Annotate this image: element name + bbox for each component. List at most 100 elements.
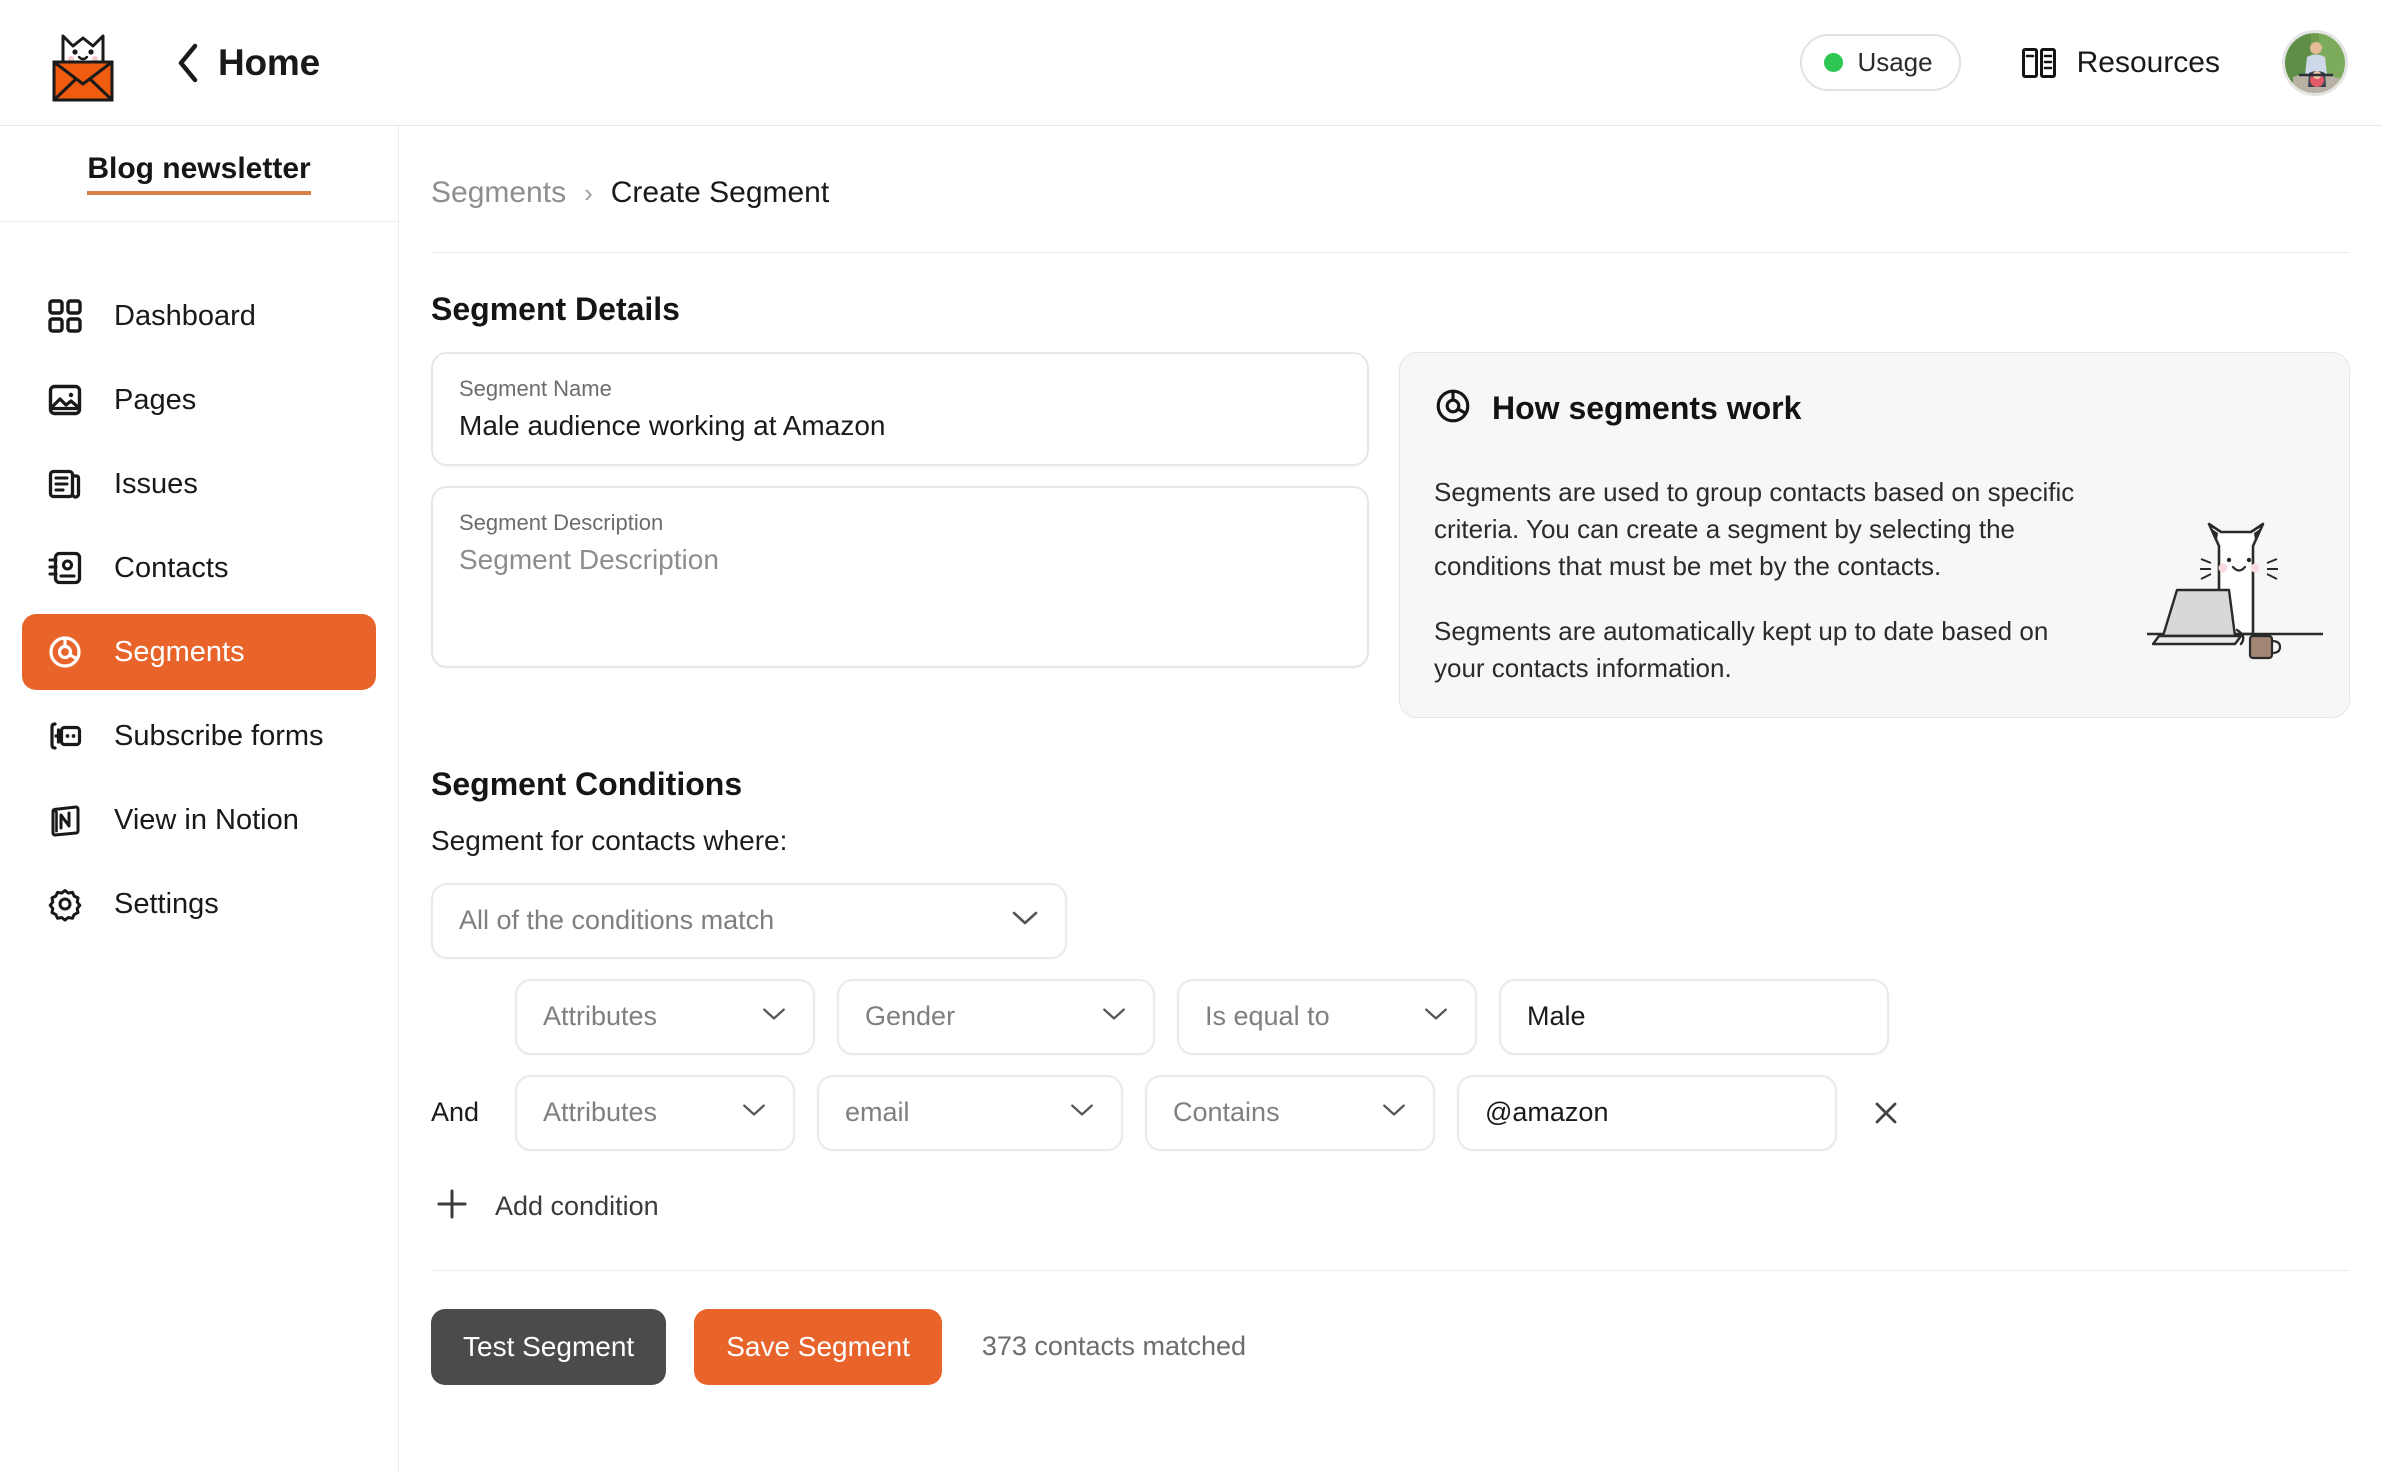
add-condition-button[interactable]: Add condition: [435, 1187, 2382, 1226]
form-icon: [44, 715, 86, 757]
condition-value-input[interactable]: Male: [1499, 978, 1889, 1055]
sidebar-item-segments[interactable]: Segments: [22, 614, 376, 690]
usage-label: Usage: [1857, 47, 1933, 77]
sidebar-item-dashboard[interactable]: Dashboard: [22, 278, 376, 354]
segment-conditions-title: Segment Conditions: [431, 765, 743, 802]
chevron-down-icon: [1011, 909, 1039, 932]
segment-details-fields: Segment Name Male audience working at Am…: [431, 352, 1369, 718]
sidebar-item-label: Pages: [114, 383, 197, 416]
condition-attribute-value: Attributes: [543, 1097, 658, 1128]
donut-chart-icon: [1434, 387, 1472, 430]
sidebar-item-pages[interactable]: Pages: [22, 362, 376, 438]
condition-operator-select[interactable]: Contains: [1145, 1074, 1435, 1151]
app-logo[interactable]: [28, 22, 138, 104]
usage-button[interactable]: Usage: [1800, 34, 1961, 91]
sidebar-item-label: Contacts: [114, 551, 229, 584]
workspace-brand[interactable]: Blog newsletter: [0, 126, 398, 222]
resources-button[interactable]: Resources: [2021, 46, 2220, 80]
back-button[interactable]: [170, 41, 206, 85]
header-divider: [431, 252, 2350, 253]
segment-conditions-section: Segment Conditions Segment for contacts …: [399, 766, 2382, 1226]
condition-property-value: email: [845, 1097, 910, 1128]
image-icon: [44, 379, 86, 421]
chevron-down-icon: [761, 1006, 787, 1027]
main-content: Segments › Create Segment Segment Detail…: [398, 126, 2382, 1472]
sidebar-nav: Dashboard Pages Issues Contacts Segments…: [0, 222, 398, 942]
avatar[interactable]: [2282, 29, 2348, 96]
condition-row: And Attributes email Contains @amazon: [431, 1074, 2382, 1151]
condition-attribute-value: Attributes: [543, 1001, 658, 1032]
info-card-title: How segments work: [1492, 390, 1802, 426]
header-actions: Usage Resources: [1800, 29, 2382, 96]
condition-value-input[interactable]: @amazon: [1457, 1074, 1837, 1151]
sidebar-item-subscribe-forms[interactable]: Subscribe forms: [22, 698, 376, 774]
condition-attribute-select[interactable]: Attributes: [515, 978, 815, 1055]
contacts-matched-status: 373 contacts matched: [981, 1331, 1247, 1362]
info-card-paragraph: Segments are automatically kept up to da…: [1434, 615, 2049, 683]
condition-operator-value: Is equal to: [1205, 1001, 1330, 1032]
breadcrumb-segments-link[interactable]: Segments: [431, 176, 566, 210]
sidebar-item-settings[interactable]: Settings: [22, 866, 376, 942]
segment-actions: Test Segment Save Segment 373 contacts m…: [431, 1308, 2382, 1385]
match-type-value: All of the conditions match: [459, 905, 775, 936]
cat-envelope-logo-icon: [52, 34, 114, 101]
newspaper-icon: [44, 463, 86, 505]
sidebar-item-issues[interactable]: Issues: [22, 446, 376, 522]
breadcrumb-current: Create Segment: [610, 176, 830, 209]
condition-property-value: Gender: [865, 1001, 956, 1032]
segment-description-input[interactable]: Segment Description: [459, 544, 1341, 576]
info-card-paragraph: Segments are used to group contacts base…: [1434, 477, 2075, 581]
condition-property-select[interactable]: email: [817, 1074, 1123, 1151]
sidebar-item-label: Issues: [114, 467, 198, 500]
actions-divider: [431, 1269, 2350, 1271]
how-segments-work-card: How segments work Segments are used to g…: [1399, 352, 2350, 718]
usage-status-dot: [1824, 53, 1844, 72]
sidebar: Blog newsletter Dashboard Pages Issues C…: [0, 126, 398, 1472]
sidebar-item-label: Subscribe forms: [114, 719, 324, 752]
resources-label: Resources: [2076, 45, 2220, 79]
condition-property-select[interactable]: Gender: [837, 978, 1155, 1055]
donut-chart-icon: [44, 631, 86, 673]
add-condition-label: Add condition: [495, 1190, 659, 1221]
match-type-select[interactable]: All of the conditions match: [431, 882, 1067, 959]
sidebar-item-label: View in Notion: [114, 803, 299, 836]
condition-attribute-select[interactable]: Attributes: [515, 1074, 795, 1151]
gear-icon: [44, 883, 86, 925]
chevron-down-icon: [1381, 1102, 1407, 1123]
breadcrumb: Segments › Create Segment: [399, 126, 2382, 210]
chevron-down-icon: [1069, 1102, 1095, 1123]
cat-at-laptop-illustration: [2133, 484, 2333, 669]
top-header-bar: Home Usage Resources: [0, 0, 2382, 126]
segment-details-title: Segment Details: [431, 291, 680, 327]
condition-value-text: Male: [1527, 1001, 1586, 1032]
chevron-left-icon: [178, 43, 198, 82]
sidebar-item-view-in-notion[interactable]: View in Notion: [22, 782, 376, 858]
condition-operator-select[interactable]: Is equal to: [1177, 978, 1477, 1055]
segment-name-input[interactable]: Male audience working at Amazon: [459, 410, 1341, 442]
test-segment-button[interactable]: Test Segment: [431, 1308, 667, 1385]
segment-description-field[interactable]: Segment Description Segment Description: [431, 486, 1369, 668]
segment-name-field[interactable]: Segment Name Male audience working at Am…: [431, 352, 1369, 466]
page-title: Home: [218, 41, 320, 83]
save-segment-button[interactable]: Save Segment: [694, 1308, 942, 1385]
book-icon: [2021, 47, 2056, 78]
remove-condition-button[interactable]: [1863, 1090, 1909, 1136]
sidebar-item-label: Dashboard: [114, 299, 256, 332]
notion-icon: [44, 799, 86, 841]
segment-description-label: Segment Description: [459, 510, 664, 535]
chevron-down-icon: [1101, 1006, 1127, 1027]
info-card-header: How segments work: [1434, 387, 2309, 430]
chevron-down-icon: [741, 1102, 767, 1123]
info-card-body: Segments are used to group contacts base…: [1434, 474, 2084, 687]
segment-details-row: Segment Name Male audience working at Am…: [431, 352, 2350, 718]
sidebar-item-contacts[interactable]: Contacts: [22, 530, 376, 606]
chevron-down-icon: [1423, 1006, 1449, 1027]
user-avatar-photo-icon: [2285, 32, 2345, 93]
condition-conjunction-label: And: [431, 1097, 480, 1128]
condition-operator-value: Contains: [1173, 1097, 1280, 1128]
close-icon: [1875, 1102, 1897, 1123]
workspace-name: Blog newsletter: [87, 152, 311, 195]
chevron-right-icon: ›: [584, 177, 593, 208]
grid-icon: [44, 295, 86, 337]
sidebar-item-label: Settings: [114, 887, 219, 920]
